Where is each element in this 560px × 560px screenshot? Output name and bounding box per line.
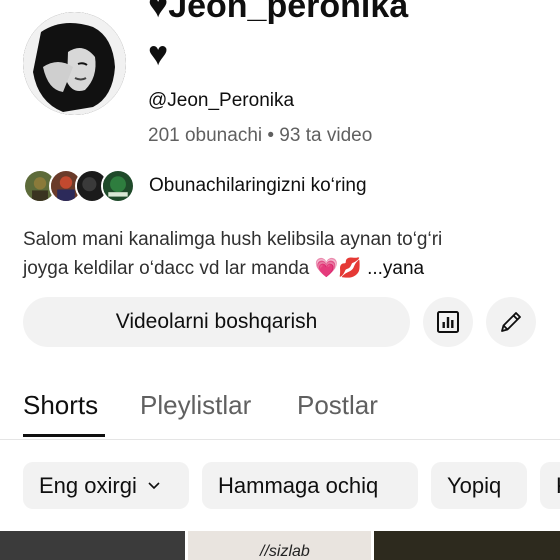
subscriber-avatar	[101, 169, 135, 203]
edit-channel-button[interactable]	[486, 297, 536, 347]
sort-dropdown-chip[interactable]: Eng oxirgi	[23, 462, 189, 509]
chevron-down-icon	[147, 478, 161, 494]
tab-shorts[interactable]: Shorts	[23, 390, 98, 421]
channel-handle: @Jeon_Peronika	[148, 90, 295, 111]
manage-videos-button[interactable]: Videolarni boshqarish	[23, 297, 410, 347]
tab-posts[interactable]: Postlar	[297, 390, 378, 421]
analytics-icon	[437, 311, 459, 333]
subscriber-avatars	[23, 168, 139, 204]
filter-chip-private[interactable]: Yopiq	[431, 462, 527, 509]
tab-playlists[interactable]: Pleylistlar	[140, 390, 251, 421]
short-thumbnail[interactable]: //sizlab	[188, 531, 371, 560]
channel-stats: 201 obunachi • 93 ta video	[148, 125, 373, 146]
short-thumbnail[interactable]	[0, 531, 185, 560]
analytics-button[interactable]	[423, 297, 473, 347]
description-line: joyga keldilar o‘dacc vd lar manda 💗💋 ..…	[23, 254, 523, 283]
view-subscribers-row[interactable]: Obunachilaringizni ko‘ring	[23, 168, 367, 204]
channel-avatar[interactable]	[23, 12, 126, 115]
description-more-link[interactable]: ...yana	[367, 258, 424, 279]
short-thumbnail[interactable]	[374, 531, 560, 560]
view-subscribers-label: Obunachilaringizni ko‘ring	[149, 175, 367, 196]
pencil-icon	[501, 312, 521, 332]
channel-description[interactable]: Salom mani kanalimga hush kelibsila ayna…	[23, 225, 523, 283]
active-tab-indicator	[23, 434, 105, 437]
description-line: Salom mani kanalimga hush kelibsila ayna…	[23, 229, 443, 250]
filter-chip-next[interactable]: K	[540, 462, 560, 509]
heart-emoji: ♥	[148, 35, 169, 73]
sort-label: Eng oxirgi	[39, 472, 137, 498]
avatar-image	[23, 12, 126, 115]
description-text: joyga keldilar o‘dacc vd lar manda 💗💋	[23, 258, 368, 279]
filter-chip-public[interactable]: Hammaga ochiq	[202, 462, 418, 509]
channel-tabs: Shorts Pleylistlar Postlar	[0, 386, 560, 440]
channel-name: ♥Jeon_peronika	[148, 0, 409, 25]
thumbnail-caption: //sizlab	[260, 543, 310, 560]
